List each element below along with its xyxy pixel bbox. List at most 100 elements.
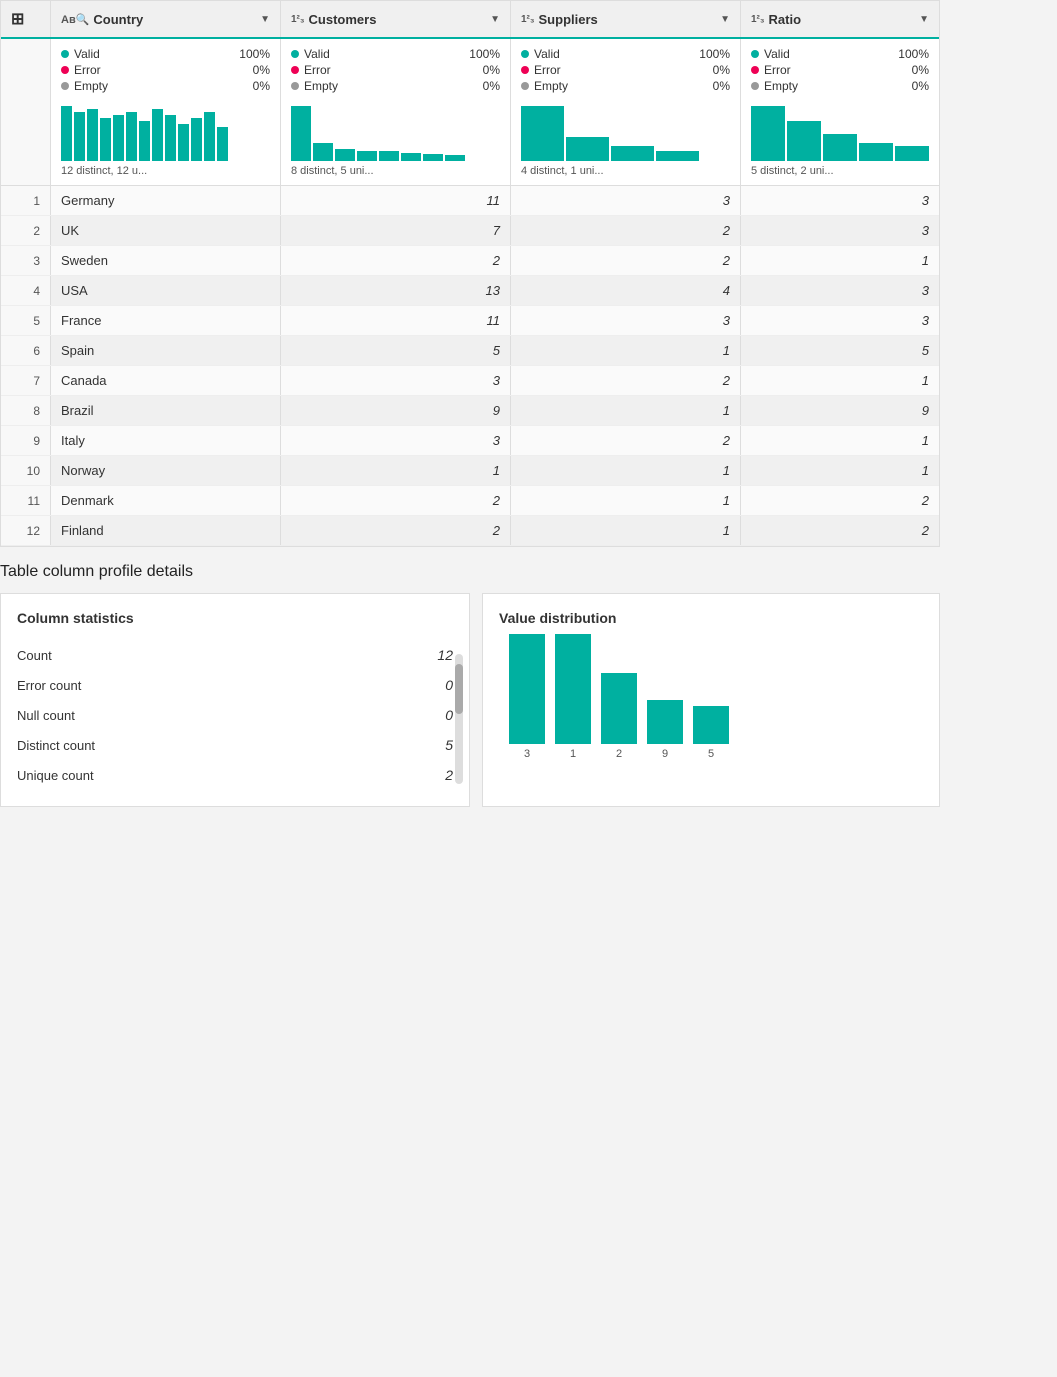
- row-num-cell: 6: [1, 336, 51, 365]
- dist-bar-label: 3: [524, 748, 530, 760]
- country-cell: Italy: [51, 426, 281, 455]
- stat-label: Error count: [17, 678, 81, 693]
- mini-bar: [895, 146, 929, 161]
- dist-bar-group: 3: [509, 634, 545, 760]
- mini-bar: [178, 124, 189, 161]
- dist-bar-group: 9: [647, 700, 683, 760]
- empty-dot-ratio: [751, 82, 759, 90]
- dist-bar-label: 5: [708, 748, 714, 760]
- ratio-cell: 1: [741, 246, 939, 275]
- country-cell: Denmark: [51, 486, 281, 515]
- dist-bar: [555, 634, 591, 744]
- mini-bar: [126, 112, 137, 161]
- header-country[interactable]: Aʙ🔍 Country ▼: [51, 1, 281, 37]
- num-type-icon-suppliers: 1²₃: [521, 14, 535, 25]
- mini-bar: [445, 155, 465, 161]
- suppliers-cell: 1: [511, 486, 741, 515]
- mini-bar: [139, 121, 150, 161]
- profile-country: Valid100% Error0% Empty0% 12 distinct, 1…: [51, 39, 281, 185]
- mini-bar: [751, 106, 785, 161]
- stat-value: 0: [445, 677, 453, 693]
- suppliers-cell: 1: [511, 336, 741, 365]
- country-cell: Finland: [51, 516, 281, 545]
- row-num-cell: 8: [1, 396, 51, 425]
- table-row: 1 Germany 11 3 3: [1, 186, 939, 216]
- row-num-cell: 3: [1, 246, 51, 275]
- header-customers[interactable]: 1²₃ Customers ▼: [281, 1, 511, 37]
- ratio-cell: 5: [741, 336, 939, 365]
- mini-chart-ratio: [751, 101, 929, 161]
- mini-bar: [357, 151, 377, 161]
- stat-label: Count: [17, 648, 52, 663]
- mini-chart-suppliers: [521, 101, 730, 161]
- ratio-cell: 3: [741, 186, 939, 215]
- customers-cell: 11: [281, 306, 511, 335]
- table-header: ⊞ Aʙ🔍 Country ▼ 1²₃ Customers ▼ 1²₃ Supp…: [1, 1, 939, 39]
- header-suppliers[interactable]: 1²₃ Suppliers ▼: [511, 1, 741, 37]
- customers-cell: 9: [281, 396, 511, 425]
- error-dot-customers: [291, 66, 299, 74]
- stat-value: 5: [445, 737, 453, 753]
- valid-dot-suppliers: [521, 50, 529, 58]
- customers-cell: 13: [281, 276, 511, 305]
- column-stats-title: Column statistics: [17, 610, 453, 626]
- stat-row: Error count 0: [17, 670, 453, 700]
- profile-customers: Valid100% Error0% Empty0% 8 distinct, 5 …: [281, 39, 511, 185]
- dist-bar-label: 1: [570, 748, 576, 760]
- profile-ratio: Valid100% Error0% Empty0% 5 distinct, 2 …: [741, 39, 939, 185]
- customers-cell: 3: [281, 366, 511, 395]
- scroll-thumb[interactable]: [455, 664, 463, 714]
- stat-value: 0: [445, 707, 453, 723]
- suppliers-cell: 2: [511, 366, 741, 395]
- header-rownum: ⊞: [1, 1, 51, 37]
- scrollbar[interactable]: [455, 654, 463, 784]
- stat-row: Distinct count 5: [17, 730, 453, 760]
- table-row: 8 Brazil 9 1 9: [1, 396, 939, 426]
- ratio-cell: 1: [741, 426, 939, 455]
- stat-label: Distinct count: [17, 738, 95, 753]
- dist-bar-label: 2: [616, 748, 622, 760]
- mini-bar: [787, 121, 821, 161]
- chart-note-customers: 8 distinct, 5 uni...: [291, 165, 500, 177]
- customers-cell: 11: [281, 186, 511, 215]
- valid-dot-ratio: [751, 50, 759, 58]
- country-cell: UK: [51, 216, 281, 245]
- stat-label: Unique count: [17, 768, 94, 783]
- suppliers-column-label: Suppliers: [539, 12, 721, 27]
- country-column-label: Country: [93, 12, 260, 27]
- mini-chart-customers: [291, 101, 500, 161]
- dist-bar-label: 9: [662, 748, 668, 760]
- customers-dropdown-icon[interactable]: ▼: [490, 14, 500, 25]
- mini-bar: [656, 151, 699, 161]
- customers-cell: 5: [281, 336, 511, 365]
- chart-note-country: 12 distinct, 12 u...: [61, 165, 270, 177]
- error-dot-country: [61, 66, 69, 74]
- ratio-cell: 3: [741, 306, 939, 335]
- data-table: ⊞ Aʙ🔍 Country ▼ 1²₃ Customers ▼ 1²₃ Supp…: [0, 0, 940, 547]
- ratio-cell: 2: [741, 486, 939, 515]
- profile-rownum: [1, 39, 51, 185]
- suppliers-cell: 1: [511, 456, 741, 485]
- country-cell: USA: [51, 276, 281, 305]
- ratio-dropdown-icon[interactable]: ▼: [919, 14, 929, 25]
- mini-bar: [74, 112, 85, 161]
- chart-note-ratio: 5 distinct, 2 uni...: [751, 165, 929, 177]
- value-dist-title: Value distribution: [499, 610, 923, 626]
- suppliers-cell: 1: [511, 516, 741, 545]
- table-row: 4 USA 13 4 3: [1, 276, 939, 306]
- stats-rows: Count 12 Error count 0 Null count 0 Dist…: [17, 640, 453, 790]
- row-num-cell: 9: [1, 426, 51, 455]
- customers-cell: 2: [281, 246, 511, 275]
- country-dropdown-icon[interactable]: ▼: [260, 14, 270, 25]
- dist-bar-group: 1: [555, 634, 591, 760]
- table-row: 6 Spain 5 1 5: [1, 336, 939, 366]
- table-row: 11 Denmark 2 1 2: [1, 486, 939, 516]
- mini-bar: [291, 106, 311, 161]
- text-type-icon: Aʙ🔍: [61, 13, 89, 26]
- row-num-cell: 11: [1, 486, 51, 515]
- country-cell: Spain: [51, 336, 281, 365]
- suppliers-cell: 2: [511, 426, 741, 455]
- suppliers-cell: 1: [511, 396, 741, 425]
- header-ratio[interactable]: 1²₃ Ratio ▼: [741, 1, 939, 37]
- suppliers-dropdown-icon[interactable]: ▼: [720, 14, 730, 25]
